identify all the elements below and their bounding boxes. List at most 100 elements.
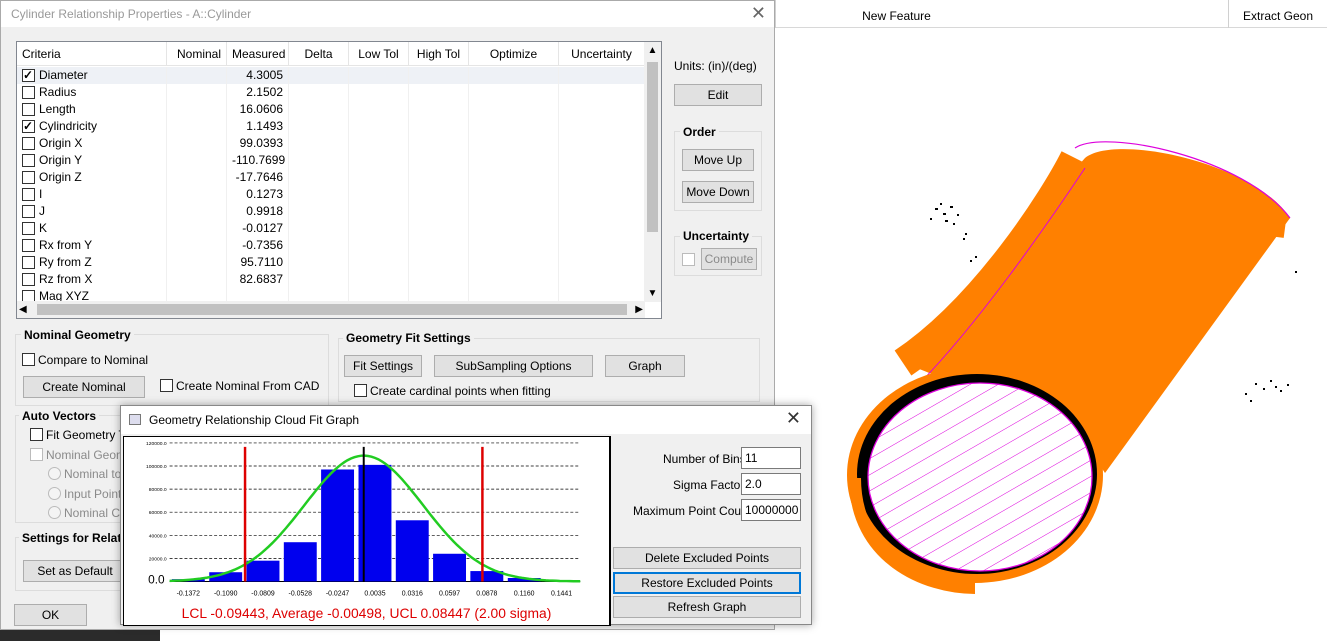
criteria-table[interactable]: Criteria Nominal Measured Delta Low Tol High … [16,41,662,319]
move-down-button[interactable]: Move Down [682,181,754,203]
cloud-fit-histogram: 120000.0 100000.0 80000.0 60000.0 40000.0 200… [123,436,611,626]
uncertainty-checkbox[interactable] [682,253,695,266]
histogram-bar [283,542,317,582]
column-header-nominal[interactable]: Nominal [167,42,227,66]
table-cell [469,101,559,118]
max-point-count-input[interactable]: 10000000 [741,499,801,521]
move-up-button[interactable]: Move Up [682,149,754,171]
column-header-low-tol[interactable]: Low Tol [349,42,409,66]
table-cell [167,271,227,288]
row-checkbox[interactable] [22,205,35,218]
row-label: Cylindricity [39,119,98,133]
table-row[interactable]: K -0.0127 [17,220,645,237]
table-cell [409,237,469,254]
table-row[interactable]: Diameter 4.3005 [17,67,645,84]
table-row[interactable]: Origin X 99.0393 [17,135,645,152]
row-checkbox[interactable] [22,137,35,150]
row-checkbox[interactable] [22,188,35,201]
sigma-factor-input[interactable]: 2.0 [741,473,801,495]
measured-cell: -0.0127 [227,220,289,237]
table-cell [409,186,469,203]
nominal-car-radio[interactable] [48,506,61,519]
compute-button[interactable]: Compute [701,248,757,270]
create-nominal-from-cad-checkbox[interactable] [160,379,173,392]
scroll-down-icon[interactable]: ▼ [644,285,661,302]
table-cell [409,118,469,135]
compare-to-nominal-checkbox[interactable] [22,353,35,366]
row-checkbox[interactable] [22,103,35,116]
close-icon[interactable]: ✕ [786,408,801,429]
table-cell [409,84,469,101]
table-row[interactable]: Length 16.0606 [17,101,645,118]
refresh-graph-button[interactable]: Refresh Graph [613,596,801,618]
row-checkbox[interactable] [22,256,35,269]
ok-button[interactable]: OK [14,604,87,626]
sigma-factor-label: Sigma Factor [673,478,745,492]
x-tick-label: -0.1372 [177,590,201,597]
fit-settings-button[interactable]: Fit Settings [344,355,422,377]
table-row[interactable]: Cylindricity 1.1493 [17,118,645,135]
row-checkbox[interactable] [22,86,35,99]
graph-dialog-title: Geometry Relationship Cloud Fit Graph [149,413,360,427]
column-header-high-tol[interactable]: High Tol [409,42,469,66]
row-checkbox[interactable] [22,171,35,184]
table-row[interactable]: Ry from Z 95.7110 [17,254,645,271]
table-row[interactable]: Origin Z -17.7646 [17,169,645,186]
table-cell [409,169,469,186]
create-nominal-button[interactable]: Create Nominal [23,376,145,398]
tab-extract-geometry[interactable]: Extract Geon [1228,0,1327,28]
nominal-to-radio[interactable] [48,467,61,480]
scroll-up-icon[interactable]: ▲ [644,42,661,59]
column-header-optimize[interactable]: Optimize [469,42,559,66]
row-checkbox[interactable] [22,222,35,235]
column-header-delta[interactable]: Delta [289,42,349,66]
order-title: Order [680,125,719,139]
row-checkbox[interactable] [22,273,35,286]
graph-button[interactable]: Graph [605,355,685,377]
delete-excluded-points-button[interactable]: Delete Excluded Points [613,547,801,569]
cardinal-points-checkbox[interactable] [354,384,367,397]
nominal-geometry-checkbox[interactable] [30,448,43,461]
tab-new-feature[interactable]: New Feature [775,0,1017,28]
table-row[interactable]: Origin Y -110.7699 [17,152,645,169]
column-header-measured[interactable]: Measured [227,42,289,66]
table-row[interactable]: J 0.9918 [17,203,645,220]
dialog-title: Cylinder Relationship Properties - A::Cy… [1,1,774,27]
column-header-criteria[interactable]: Criteria [17,42,167,66]
restore-excluded-points-button[interactable]: Restore Excluded Points [613,572,801,594]
vertical-scrollbar[interactable]: ▲ ▼ [644,42,661,302]
histogram-bar [395,520,429,582]
table-cell [289,271,349,288]
column-header-uncertainty[interactable]: Uncertainty [559,42,645,66]
subsampling-options-button[interactable]: SubSampling Options [434,355,593,377]
edit-button[interactable]: Edit [674,84,762,106]
number-of-bins-input[interactable]: 11 [741,447,801,469]
scroll-left-icon[interactable]: ◀ [19,301,27,318]
row-checkbox[interactable] [22,118,35,135]
compare-to-nominal-label: Compare to Nominal [38,353,149,367]
row-checkbox[interactable] [22,239,35,252]
measured-cell: -17.7646 [227,169,289,186]
input-points-radio[interactable] [48,487,61,500]
create-nominal-from-cad-label: Create Nominal From CAD [176,379,320,393]
measured-cell: -110.7699 [227,152,289,169]
row-checkbox[interactable] [22,154,35,167]
scroll-thumb[interactable] [647,62,658,232]
x-tick-label: 0.0316 [402,590,423,597]
table-cell [167,152,227,169]
stray-points-left [930,203,977,262]
set-as-default-button[interactable]: Set as Default [23,560,127,582]
close-icon[interactable]: ✕ [751,3,766,24]
hscroll-thumb[interactable] [37,304,627,315]
table-cell [469,169,559,186]
horizontal-scrollbar[interactable]: ◀ ▶ [17,301,645,318]
table-row[interactable]: Radius 2.1502 [17,84,645,101]
table-cell [167,203,227,220]
3d-viewport[interactable] [775,28,1327,641]
table-row[interactable]: Rz from X 82.6837 [17,271,645,288]
fit-geometry-checkbox[interactable] [30,428,43,441]
table-row[interactable]: I 0.1273 [17,186,645,203]
row-checkbox[interactable] [22,67,35,84]
scroll-right-icon[interactable]: ▶ [635,301,643,318]
table-row[interactable]: Rx from Y -0.7356 [17,237,645,254]
